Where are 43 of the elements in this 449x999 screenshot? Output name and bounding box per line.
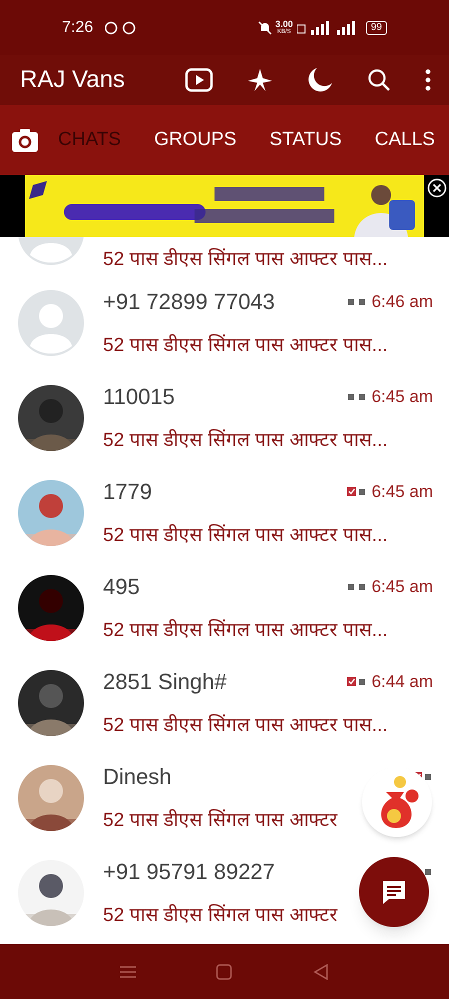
message-preview: 52 पास डीएस सिंगल पास आफ्टर	[103, 903, 339, 928]
play-icon[interactable]	[185, 68, 213, 92]
home-icon[interactable]	[216, 964, 232, 980]
tab[interactable]: GROUPS	[150, 126, 240, 154]
message-preview: 52 पास डीएस सिंगल पास आफ्टर	[103, 808, 339, 833]
contact-name: +91 95791 89227	[103, 858, 276, 886]
chat-row[interactable]: +91 72899 77043 6:46 am 52 पास डीएस सिंगल पास आफ्टर पास...	[0, 275, 449, 370]
message-preview: 52 पास डीएस सिंगल पास आफ्टर पास...	[103, 618, 389, 643]
contact-name: 1779	[103, 478, 153, 506]
message-preview: 52 पास डीएस सिंगल पास आफ्टर पास...	[103, 247, 388, 272]
contact-name: Dinesh	[103, 762, 172, 791]
chat-row[interactable]: 110015 6:45 am 52 पास डीएस सिंगल पास आफ्टर पास...	[0, 370, 449, 465]
chat-row[interactable]: 2851 Singh# 6:44 am 52 पास डीएस सिंगल पास आफ्टर पास...	[0, 655, 449, 750]
chat-row[interactable]: 1779 6:45 am 52 पास डीएस सिंगल पास आफ्टर पास...	[0, 465, 449, 560]
message-time: 6:45 am	[372, 576, 433, 598]
message-preview: 52 पास डीएस सिंगल पास आफ्टर पास...	[103, 333, 389, 358]
tab[interactable]: STATUS	[266, 126, 346, 154]
message-time: 6:44 am	[372, 670, 433, 692]
chat-row[interactable]: 495 6:45 am 52 पास डीएस सिंगल पास आफ्टर पास...	[0, 560, 449, 655]
app-title: RAJ Vans	[20, 65, 126, 95]
moon-icon[interactable]	[307, 67, 333, 93]
menu-icon[interactable]	[425, 69, 431, 91]
avatar-icon	[18, 290, 84, 356]
battery-indicator: 99	[366, 20, 387, 34]
message-icon	[381, 879, 407, 905]
tab[interactable]: CALLS	[370, 126, 439, 154]
message-time: 6:46 am	[372, 290, 433, 312]
search-icon[interactable]	[367, 68, 391, 92]
network-speed: 3.00	[275, 20, 293, 29]
message-preview: 52 पास डीएस सिंगल पास आफ्टर पास...	[103, 428, 389, 453]
message-time: 6:45 am	[372, 386, 433, 408]
contact-name: 2851 Singh#	[103, 668, 228, 696]
camera-icon[interactable]	[12, 128, 38, 152]
message-time: 6:45 am	[372, 480, 433, 502]
contact-name: 110015	[103, 382, 176, 411]
contact-name: +91 72899 77043	[103, 288, 276, 316]
close-icon[interactable]	[427, 178, 447, 198]
back-icon[interactable]	[312, 964, 329, 980]
clock: 7:26	[62, 18, 94, 38]
message-preview: 52 पास डीएस सिंगल पास आफ्टर पास...	[103, 713, 389, 738]
message-preview: 52 पास डीएस सिंगल पास आफ्टर पास...	[103, 523, 389, 548]
mute-icon	[258, 20, 272, 34]
contact-name: 495	[103, 572, 141, 601]
